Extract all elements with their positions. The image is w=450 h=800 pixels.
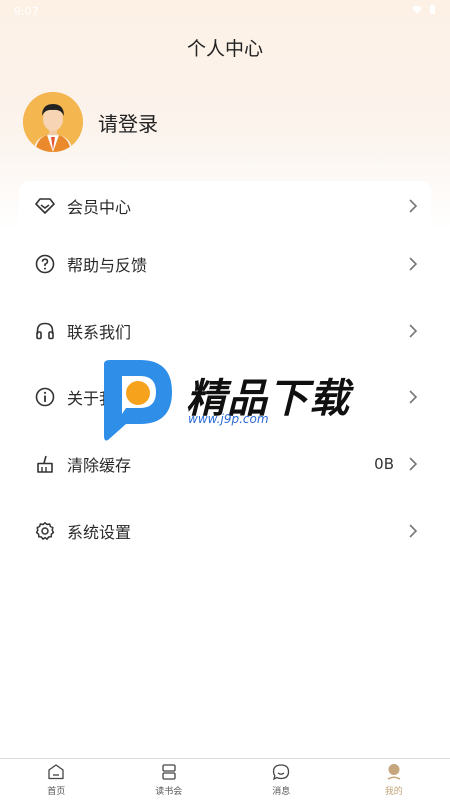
tab-label: 消息 [272,786,291,797]
message-icon [273,763,290,780]
watermark-url: www.j9p.com [188,412,269,426]
gear-icon [34,520,56,542]
chevron-right-icon [409,324,418,338]
profile-icon [387,763,401,780]
info-icon [34,386,56,408]
tab-label: 读书会 [155,786,183,797]
tab-mine[interactable]: 我的 [338,759,450,800]
tab-label: 我的 [384,786,403,797]
chevron-right-icon [409,457,418,471]
status-bar: 9:07 [0,0,450,22]
avatar[interactable] [23,92,83,152]
menu-item-contact-us[interactable]: 联系我们 [0,298,450,365]
status-icons [411,4,436,18]
menu-item-help-feedback[interactable]: 帮助与反馈 [0,231,450,298]
tab-label: 首页 [47,786,66,797]
tab-home[interactable]: 首页 [0,759,113,800]
bottom-tab-bar: 首页 读书会 消息 我的 [0,758,450,800]
chevron-right-icon [409,199,418,213]
menu-item-label: 帮助与反馈 [67,256,148,276]
menu-item-label: 联系我们 [67,322,132,342]
book-club-icon [162,763,176,780]
broom-icon [34,453,56,475]
profile-section[interactable]: 请登录 [23,92,158,152]
menu-item-label: 会员中心 [67,198,132,217]
battery-icon [429,4,436,18]
diamond-icon [34,195,56,217]
cache-size-value: 0B [374,455,394,474]
chevron-right-icon [409,390,418,405]
watermark-logo-icon [104,360,172,441]
chevron-right-icon [409,257,418,271]
help-icon [34,253,56,275]
chevron-right-icon [409,524,418,538]
menu-item-label: 系统设置 [67,522,132,542]
watermark-overlay: 精品下载 www.j9p.com [100,358,360,442]
headphones-icon [34,320,56,342]
menu-item-vip-center[interactable]: 会员中心 [0,181,450,231]
home-icon [48,763,64,779]
login-text[interactable]: 请登录 [98,108,158,137]
wifi-icon [411,5,423,18]
page-title: 个人中心 [186,38,263,60]
tab-messages[interactable]: 消息 [225,759,338,800]
status-time: 9:07 [14,4,39,18]
tab-book-club[interactable]: 读书会 [113,759,226,800]
menu-item-system-settings[interactable]: 系统设置 [0,497,450,564]
menu-item-label: 清除缓存 [67,456,132,476]
